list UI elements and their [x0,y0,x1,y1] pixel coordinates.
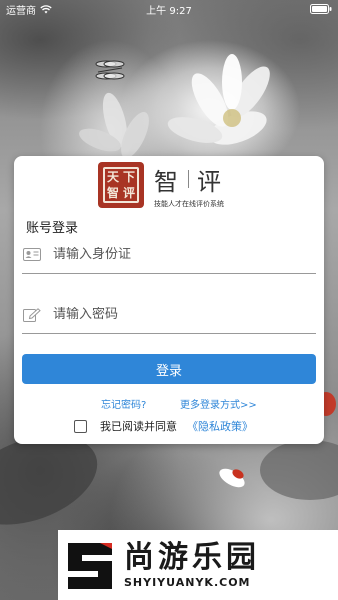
login-card: 天 下 智 评 智 评 技能人才在线评价系统 账号登录 请输入身份证 登录 忘记… [14,156,324,444]
status-bar: 运营商 上午 9:27 [0,0,338,18]
seal-char: 智 [106,186,119,200]
agreement-row: 我已阅读并同意 《隐私政策》 [74,418,253,434]
watermark-url: SHYIYUANYK.COM [124,576,251,589]
watermark-banner: 尚游乐园 SHYIYUANYK.COM [58,530,338,600]
password-input[interactable] [53,307,293,322]
login-button[interactable]: 登录 [22,354,316,384]
brand-subtitle: 技能人才在线评价系统 [154,199,224,208]
agree-checkbox[interactable] [74,419,87,433]
watermark-s-logo [68,543,112,589]
status-time: 上午 9:27 [146,5,192,17]
seal-char: 天 [106,170,119,184]
forgot-password-link[interactable]: 忘记密码? [101,396,146,411]
login-section-title: 账号登录 [26,221,79,236]
seal-chars: 天 下 智 评 [103,167,139,203]
brand-title: 智 评 [154,162,224,197]
brand-title-separator [188,170,189,188]
brand-title-left: 智 [154,167,180,196]
seal-char: 评 [122,186,135,200]
password-field [22,296,316,334]
brand-title-right: 评 [197,167,223,196]
id-field [22,236,316,274]
privacy-policy-link[interactable]: 《隐私政策》 [187,418,253,434]
edit-pencil-icon [23,307,41,322]
watermark-name: 尚游乐园 [124,540,260,575]
watermark-text: 尚游乐园 SHYIYUANYK.COM [124,541,260,589]
brand-text: 智 评 技能人才在线评价系统 [154,162,224,209]
id-card-icon [23,248,41,262]
id-number-input[interactable] [53,247,293,262]
more-login-methods-link[interactable]: 更多登录方式>> [180,396,257,411]
agree-text: 我已阅读并同意 [100,420,177,433]
seal-char: 下 [122,170,135,184]
brand-logo: 天 下 智 评 智 评 技能人才在线评价系统 [98,162,224,208]
seal-logo: 天 下 智 评 [98,162,144,208]
